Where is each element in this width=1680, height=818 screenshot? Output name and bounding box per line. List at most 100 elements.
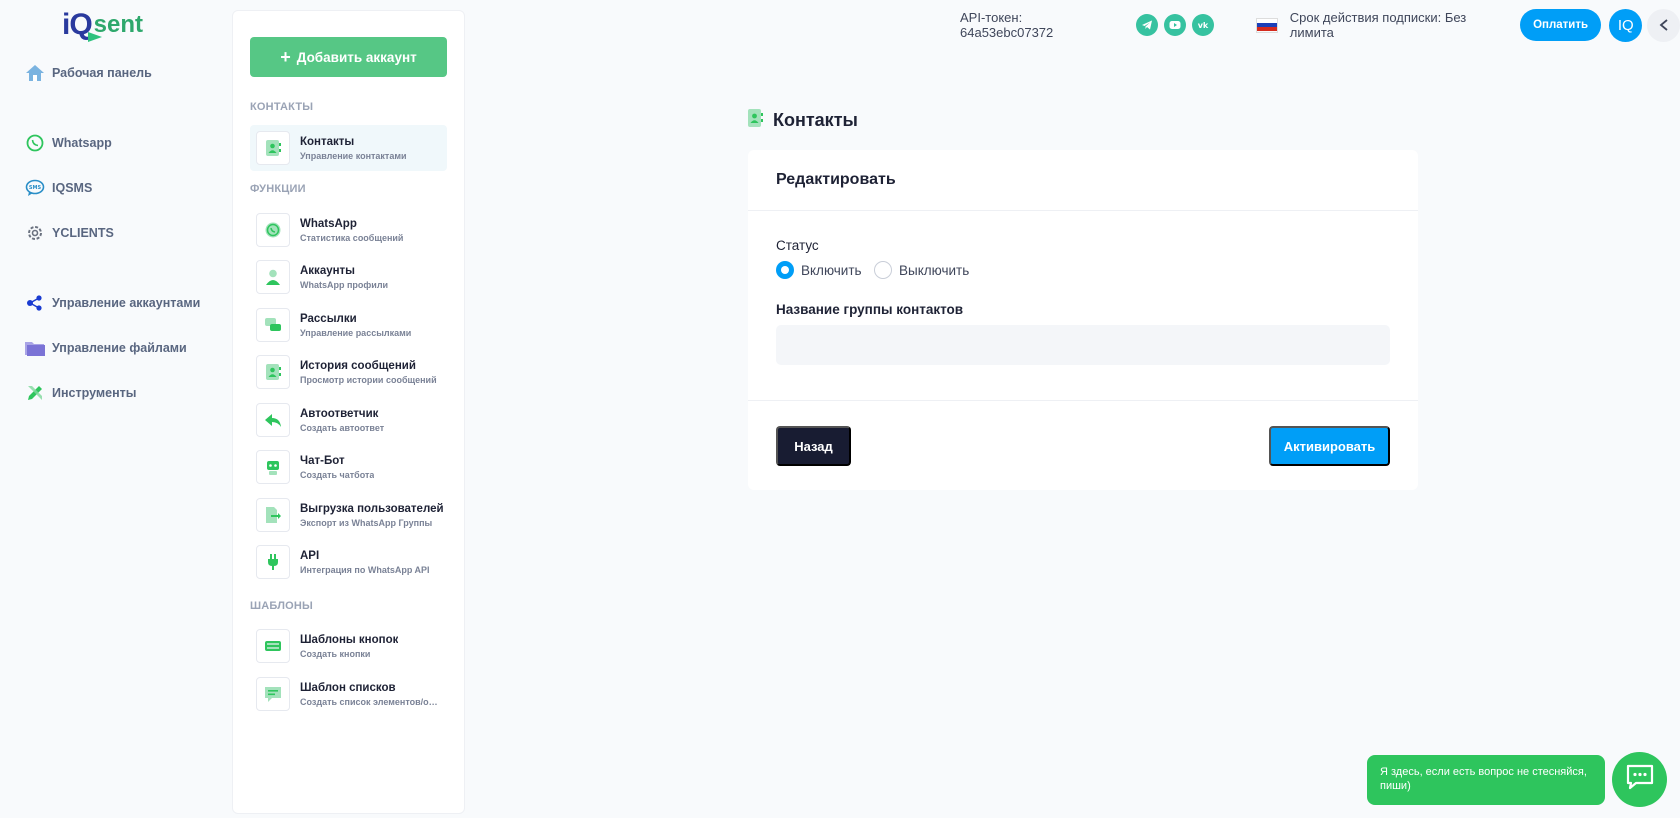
avatar[interactable]: IQ bbox=[1609, 8, 1643, 42]
sidebar-item-title: Шаблон списков bbox=[300, 681, 396, 694]
sidebar-item-sub: Просмотр истории сообщений bbox=[300, 374, 437, 385]
radio-disable-circle[interactable] bbox=[874, 261, 892, 279]
folder-icon bbox=[24, 337, 46, 359]
nav-whatsapp[interactable]: Whatsapp bbox=[24, 132, 112, 154]
sms-icon: SMS bbox=[24, 177, 46, 199]
nav-yclients[interactable]: YCLIENTS bbox=[24, 222, 114, 244]
nav-yclients-label: YCLIENTS bbox=[52, 226, 114, 240]
sidebar-item-title: Выгрузка пользователей bbox=[300, 502, 444, 515]
sidebar-item-export[interactable]: Выгрузка пользователей Экспорт из WhatsA… bbox=[250, 492, 447, 538]
nav-files-label: Управление файлами bbox=[52, 341, 187, 355]
edit-card: Редактировать Статус Включить Выключить … bbox=[748, 150, 1418, 490]
sidebar-item-sub: Экспорт из WhatsApp Группы bbox=[300, 517, 433, 528]
radio-enable[interactable]: Включить bbox=[776, 261, 862, 279]
page-title: Контакты bbox=[747, 108, 858, 133]
sidebar-item-sub: Создать кнопки bbox=[300, 648, 371, 659]
sidebar-item-contacts[interactable]: Контакты Управление контактами bbox=[250, 125, 447, 171]
chat-greeting-bubble[interactable]: Я здесь, если есть вопрос не стесняйся, … bbox=[1367, 755, 1605, 805]
sidebar-item-title: История сообщений bbox=[300, 359, 416, 372]
nav-whatsapp-label: Whatsapp bbox=[52, 136, 112, 150]
nav-accounts[interactable]: Управление аккаунтами bbox=[24, 292, 200, 314]
nav-iqsms[interactable]: SMS IQSMS bbox=[24, 177, 92, 199]
sidebar-item-sub: Управление контактами bbox=[300, 150, 407, 161]
sidebar-item-sub: Создать автоответ bbox=[300, 422, 385, 433]
sidebar-item-title: Рассылки bbox=[300, 312, 357, 325]
vk-icon[interactable]: vk bbox=[1192, 14, 1214, 36]
radio-disable[interactable]: Выключить bbox=[874, 261, 969, 279]
contacts-icon bbox=[747, 108, 765, 133]
sidebar-item-list-templates[interactable]: Шаблон списков Создать список элементов/… bbox=[250, 671, 447, 717]
api-token[interactable]: API-токен: 64a53ebc07372 bbox=[960, 10, 1118, 40]
share-nodes-icon bbox=[24, 292, 46, 314]
sidebar-item-accounts[interactable]: Аккаунты WhatsApp профили bbox=[250, 254, 447, 300]
message-list-icon bbox=[256, 677, 290, 711]
sidebar-item-sub: WhatsApp профили bbox=[300, 279, 389, 290]
pay-button[interactable]: Оплатить bbox=[1519, 9, 1602, 41]
plus-icon: + bbox=[280, 46, 291, 67]
chat-icon bbox=[1626, 764, 1654, 795]
card-footer-divider bbox=[748, 400, 1418, 401]
sidebar-item-autoreply[interactable]: Автоответчик Создать автоответ bbox=[250, 397, 447, 443]
group-name-input[interactable] bbox=[776, 325, 1390, 365]
card-title: Редактировать bbox=[748, 150, 1418, 211]
radio-enable-label: Включить bbox=[801, 262, 862, 278]
reply-icon bbox=[256, 403, 290, 437]
sidebar-item-history[interactable]: История сообщений Просмотр истории сообщ… bbox=[250, 349, 447, 395]
topbar: API-токен: 64a53ebc07372 vk Срок действи… bbox=[960, 8, 1680, 42]
sidebar-item-title: Шаблоны кнопок bbox=[300, 633, 399, 646]
whatsapp-icon bbox=[24, 132, 46, 154]
nav-tools[interactable]: Инструменты bbox=[24, 382, 136, 404]
sidebar-item-sub: Управление рассылками bbox=[300, 327, 412, 338]
chevron-left-icon[interactable] bbox=[1647, 8, 1680, 42]
svg-text:SMS: SMS bbox=[29, 185, 42, 191]
section-contacts: КОНТАКТЫ bbox=[250, 101, 314, 113]
nav-tools-label: Инструменты bbox=[52, 386, 137, 400]
file-export-icon bbox=[256, 498, 290, 532]
sidebar-item-title: Автоответчик bbox=[300, 407, 379, 420]
main-nav: iQ sent Рабочая панель Whatsapp SMS IQSM… bbox=[0, 0, 230, 818]
nav-files[interactable]: Управление файлами bbox=[24, 337, 187, 359]
nav-accounts-label: Управление аккаунтами bbox=[52, 296, 201, 310]
sidebar-item-chatbot[interactable]: Чат-Бот Создать чатбота bbox=[250, 444, 447, 490]
sidebar-item-mailings[interactable]: Рассылки Управление рассылками bbox=[250, 302, 447, 348]
sidebar-item-title: Аккаунты bbox=[300, 264, 356, 277]
activate-button[interactable]: Активировать bbox=[1269, 426, 1390, 466]
section-functions: ФУНКЦИИ bbox=[250, 183, 306, 195]
robot-icon bbox=[256, 450, 290, 484]
logo-iq: iQ bbox=[62, 8, 93, 41]
sidebar-item-sub: Интеграция по WhatsApp API bbox=[300, 564, 430, 575]
sidebar-item-whatsapp[interactable]: WhatsApp Статистика сообщений bbox=[250, 207, 447, 253]
page-title-text: Контакты bbox=[773, 110, 858, 130]
contacts-book-icon bbox=[256, 355, 290, 389]
russia-flag-icon[interactable] bbox=[1255, 17, 1278, 33]
chat-button[interactable] bbox=[1612, 752, 1667, 807]
section-templates: ШАБЛОНЫ bbox=[250, 600, 314, 612]
contacts-icon bbox=[256, 131, 290, 165]
nav-dashboard[interactable]: Рабочая панель bbox=[24, 62, 152, 84]
sidebar-item-title: Чат-Бот bbox=[300, 454, 345, 467]
status-label: Статус bbox=[776, 238, 819, 253]
user-icon bbox=[256, 260, 290, 294]
plug-icon bbox=[256, 545, 290, 579]
sidebar-item-api[interactable]: API Интеграция по WhatsApp API bbox=[250, 539, 447, 585]
sidebar-item-title: WhatsApp bbox=[300, 217, 357, 230]
telegram-icon[interactable] bbox=[1136, 14, 1159, 36]
subscription-status: Срок действия подписки: Без лимита bbox=[1289, 10, 1467, 40]
svg-text:vk: vk bbox=[1198, 21, 1209, 30]
logo[interactable]: iQ sent bbox=[62, 6, 143, 44]
sidebar-item-title: API bbox=[300, 549, 320, 562]
back-button[interactable]: Назад bbox=[776, 426, 851, 466]
add-account-button[interactable]: + Добавить аккаунт bbox=[250, 37, 447, 77]
sidebar-item-sub: Создать список элементов/опц... bbox=[300, 696, 440, 707]
sidebar-item-sub: Статистика сообщений bbox=[300, 232, 404, 243]
group-name-label: Название группы контактов bbox=[776, 302, 964, 317]
nav-iqsms-label: IQSMS bbox=[52, 181, 93, 195]
keyboard-icon bbox=[256, 629, 290, 663]
radio-enable-circle[interactable] bbox=[776, 261, 794, 279]
youtube-icon[interactable] bbox=[1164, 14, 1186, 36]
chat-bubbles-icon bbox=[256, 308, 290, 342]
sidebar-item-button-templates[interactable]: Шаблоны кнопок Создать кнопки bbox=[250, 623, 447, 669]
sidebar-item-title: Контакты bbox=[300, 135, 355, 148]
logo-sent: sent bbox=[93, 11, 144, 38]
function-sidebar: + Добавить аккаунт КОНТАКТЫ Контакты Упр… bbox=[232, 10, 465, 814]
